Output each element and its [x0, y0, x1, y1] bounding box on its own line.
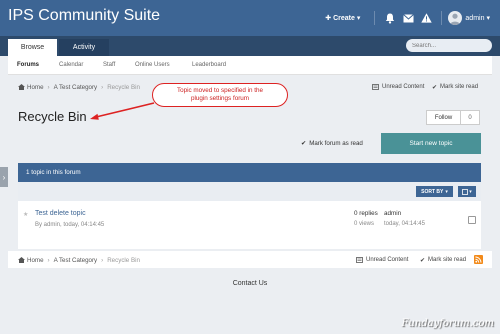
unread-content-label: Unread Content — [382, 84, 425, 90]
breadcrumb-home[interactable]: Home — [27, 84, 44, 91]
envelope-icon[interactable] — [402, 12, 414, 24]
bell-icon[interactable] — [384, 12, 396, 24]
home-icon — [18, 257, 25, 263]
mark-site-read-label: Mark site read — [440, 84, 479, 90]
chevron-right-icon: › — [47, 83, 50, 91]
breadcrumb-current: Recycle Bin — [107, 256, 140, 264]
page-title: Recycle Bin — [18, 109, 87, 124]
topic-meta: By admin, today, 04:14:45 — [35, 222, 105, 228]
watermark: Fundayforum.com — [401, 318, 494, 329]
follow-label: Follow — [427, 111, 461, 124]
follow-button[interactable]: Follow 0 — [426, 110, 480, 125]
unread-content-label: Unread Content — [366, 257, 409, 263]
user-name: admin — [465, 14, 485, 22]
table-row: ★ Test delete topic By admin, today, 04:… — [18, 201, 481, 249]
checkbox-icon — [462, 188, 469, 195]
subnav-item-leaderboard[interactable]: Leaderboard — [192, 62, 226, 68]
sort-by-label: SORT BY — [421, 188, 444, 195]
sort-by-button[interactable]: SORT BY ▾ — [416, 186, 453, 197]
moderation-select-button[interactable]: ▾ — [458, 186, 476, 197]
plus-icon: ✚ — [325, 15, 332, 22]
header-divider — [441, 11, 443, 25]
newspaper-icon — [372, 84, 379, 90]
breadcrumb: Home › A Test Category › Recycle Bin — [18, 82, 140, 92]
breadcrumb-home[interactable]: Home — [27, 257, 44, 264]
topic-list-header: 1 topic in this forum — [18, 163, 481, 182]
caret-down-icon: ▾ — [445, 188, 448, 195]
topic-filter-bar: SORT BY ▾ ▾ — [18, 182, 481, 201]
subnav-item-calendar[interactable]: Calendar — [59, 62, 83, 68]
mark-site-read-link[interactable]: ✔ Mark site read — [432, 82, 478, 92]
subnav-item-forums[interactable]: Forums — [17, 62, 39, 68]
star-icon: ★ — [23, 212, 29, 218]
header-divider — [374, 11, 376, 25]
avatar[interactable] — [448, 11, 463, 25]
home-icon — [18, 84, 25, 90]
annotation-line-1: Topic moved to specified in the — [176, 87, 264, 94]
check-icon: ✔ — [420, 257, 426, 264]
caret-down-icon: ▾ — [486, 15, 490, 22]
annotation-callout: Topic moved to specified in the plugin s… — [152, 83, 288, 107]
start-new-topic-button[interactable]: Start new topic — [381, 133, 481, 154]
subnav-item-staff[interactable]: Staff — [103, 62, 115, 68]
mark-forum-read-link[interactable]: ✔ Mark forum as read — [301, 140, 363, 147]
subnav-item-online-users[interactable]: Online Users — [135, 62, 170, 68]
secondary-nav: Forums Calendar Staff Online Users Leade… — [8, 56, 492, 75]
unread-content-link[interactable]: Unread Content — [356, 255, 408, 265]
tab-activity[interactable]: Activity — [59, 39, 109, 56]
breadcrumb-bottom: Home › A Test Category › Recycle Bin — [18, 255, 140, 265]
caret-down-icon: ▾ — [469, 188, 472, 195]
site-header: IPS Community Suite ✚ Create ▾ admin ▾ — [0, 0, 500, 36]
contact-us-link[interactable]: Contact Us — [0, 280, 500, 287]
rss-icon[interactable] — [474, 255, 483, 264]
primary-nav: Browse Activity — [0, 36, 500, 56]
topic-title-link[interactable]: Test delete topic — [35, 210, 86, 217]
breadcrumb-category[interactable]: A Test Category — [54, 84, 98, 91]
sidebar-toggle[interactable]: › — [0, 167, 8, 187]
chevron-right-icon: › — [47, 256, 50, 264]
tab-browse[interactable]: Browse — [8, 39, 57, 56]
mark-forum-read-label: Mark forum as read — [309, 140, 363, 147]
create-label: Create — [333, 14, 355, 22]
header-user-bar: ✚ Create ▾ admin ▾ — [325, 9, 490, 27]
mark-site-read-label: Mark site read — [428, 257, 467, 263]
mark-site-read-link[interactable]: ✔ Mark site read — [420, 255, 466, 265]
site-title[interactable]: IPS Community Suite — [8, 7, 160, 25]
chevron-right-icon: › — [101, 83, 104, 91]
unread-content-link[interactable]: Unread Content — [372, 82, 424, 92]
topic-replies: 0 replies — [354, 210, 378, 217]
search-input[interactable] — [406, 39, 492, 52]
topic-list: 1 topic in this forum SORT BY ▾ ▾ ★ Test… — [18, 163, 481, 249]
check-icon: ✔ — [432, 84, 438, 91]
user-menu[interactable]: admin ▾ — [465, 14, 490, 23]
last-poster[interactable]: admin — [384, 210, 401, 217]
create-button[interactable]: ✚ Create ▾ — [325, 14, 361, 23]
chevron-right-icon: › — [2, 172, 6, 182]
last-post-time: today, 04:14:45 — [384, 221, 425, 227]
annotation-line-2: plugin settings forum — [190, 95, 250, 102]
check-icon: ✔ — [301, 140, 307, 147]
newspaper-icon — [356, 257, 363, 263]
topic-views: 0 views — [354, 221, 375, 227]
follow-count: 0 — [468, 114, 472, 121]
breadcrumb-current: Recycle Bin — [107, 83, 140, 91]
topic-select-checkbox[interactable] — [468, 216, 476, 224]
breadcrumb-category[interactable]: A Test Category — [54, 257, 98, 264]
warning-icon[interactable] — [420, 12, 432, 24]
caret-down-icon: ▾ — [356, 15, 361, 22]
chevron-right-icon: › — [101, 256, 104, 264]
